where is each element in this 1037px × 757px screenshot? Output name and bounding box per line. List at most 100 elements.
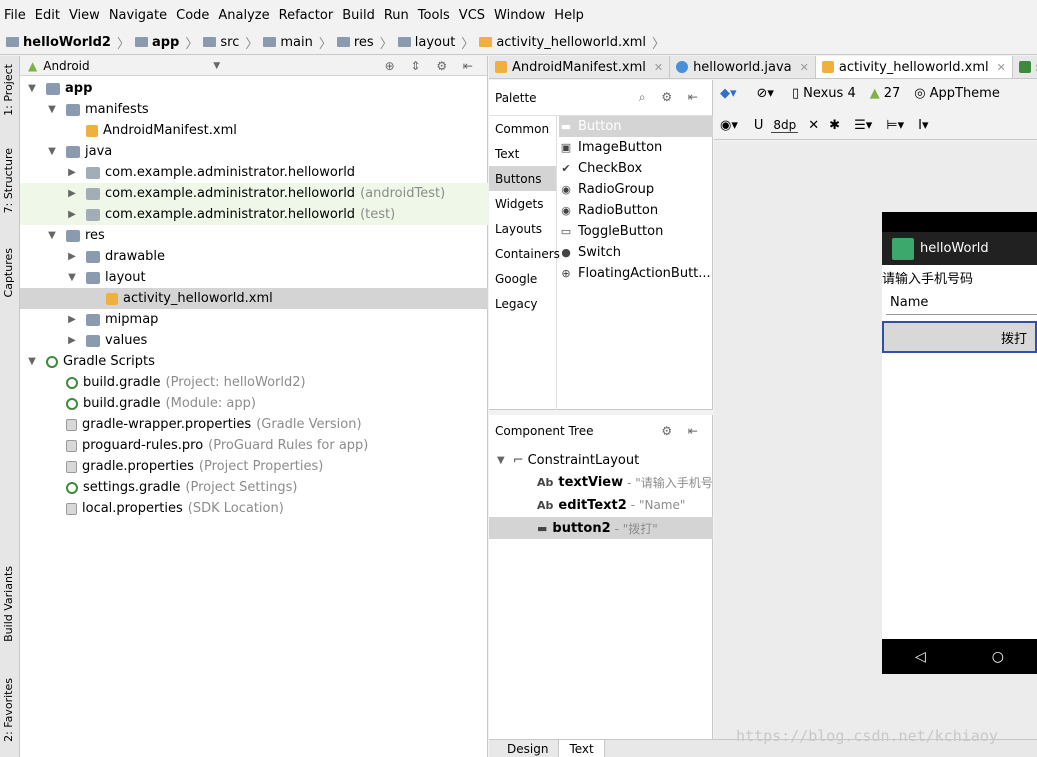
chevron-right-icon[interactable]: ▶ (66, 167, 78, 178)
chevron-down-icon[interactable]: ▼ (26, 356, 38, 367)
pack-icon[interactable]: ☰▾ (854, 118, 872, 133)
tree-item[interactable]: settings.gradle (Project Settings) (20, 477, 488, 498)
chevron-down-icon[interactable]: ▼ (46, 230, 58, 241)
menu-item[interactable]: Refactor (279, 8, 334, 23)
breadcrumb-item[interactable]: src (203, 35, 239, 50)
side-tab-structure[interactable]: 7: Structure (2, 148, 15, 213)
magnet-icon[interactable]: U (754, 118, 764, 133)
infer-constraints-icon[interactable]: ✱ (829, 118, 840, 133)
palette-category[interactable]: Buttons (489, 166, 556, 191)
tree-child[interactable]: Ab textView- "请输入手机号码 (489, 471, 713, 493)
panel-actions[interactable]: ⊕ ⇕ ⚙ ⇤ (385, 59, 479, 73)
device-select[interactable]: Nexus 4 (803, 86, 856, 101)
breadcrumb-item[interactable]: layout (397, 35, 455, 50)
tree-item[interactable]: ▼ app (20, 78, 488, 99)
preview-button[interactable]: 拨打 (882, 321, 1037, 353)
tree-item[interactable]: gradle.properties (Project Properties) (20, 456, 488, 477)
tree-item[interactable]: ▼ manifests (20, 99, 488, 120)
component-tree-actions[interactable]: ⚙ ⇤ (661, 424, 704, 438)
tree-item[interactable]: ▼ res (20, 225, 488, 246)
tree-item[interactable]: ▶ com.example.administrator.helloworld (te… (20, 204, 488, 225)
api-select[interactable]: 27 (884, 86, 901, 101)
close-icon[interactable]: ✕ (654, 61, 663, 74)
breadcrumb-item[interactable]: activity_helloworld.xml (479, 35, 646, 50)
guidelines-icon[interactable]: I▾ (918, 118, 928, 133)
breadcrumb-item[interactable]: main (263, 35, 313, 50)
tree-item[interactable]: build.gradle (Module: app) (20, 393, 488, 414)
palette-category[interactable]: Containers (489, 241, 560, 266)
palette-item[interactable]: ✔ CheckBox (559, 158, 713, 179)
close-icon[interactable]: ✕ (997, 61, 1006, 74)
editor-tab[interactable]: setting (1013, 56, 1037, 78)
chevron-down-icon[interactable]: ▼ (66, 272, 78, 283)
chevron-down-icon[interactable]: ▼ (46, 104, 58, 115)
chevron-down-icon[interactable]: ▼ (26, 83, 38, 94)
tree-root[interactable]: ▼ ⌐ ConstraintLayout (489, 449, 713, 471)
editor-tab[interactable]: helloworld.java ✕ (670, 56, 816, 78)
palette-item[interactable]: ● Switch (559, 242, 713, 263)
tree-child[interactable]: ▬ button2- "拨打" (489, 517, 713, 539)
breadcrumb-item[interactable]: helloWorld2 (6, 35, 111, 50)
palette-category[interactable]: Layouts (489, 216, 556, 241)
chevron-right-icon[interactable]: ▶ (66, 188, 78, 199)
preview-edit-text[interactable]: Name (886, 291, 1037, 315)
tree-item[interactable]: local.properties (SDK Location) (20, 498, 488, 519)
side-tab-favorites[interactable]: 2: Favorites (2, 678, 15, 742)
palette-category[interactable]: Legacy (489, 291, 556, 316)
palette-item[interactable]: ◉ RadioGroup (559, 179, 713, 200)
project-view-select[interactable]: Android (43, 59, 213, 73)
close-icon[interactable]: ✕ (800, 61, 809, 74)
menu-item[interactable]: Analyze (218, 8, 269, 23)
chevron-down-icon[interactable]: ▼ (213, 61, 220, 71)
tab-text[interactable]: Text (559, 740, 605, 757)
margin-field[interactable]: 8dp (771, 118, 799, 133)
tree-item[interactable]: activity_helloworld.xml (20, 288, 488, 309)
palette-item[interactable]: ▬ Button (559, 116, 713, 137)
orientation-icon[interactable]: ⊘▾ (757, 86, 774, 101)
palette-item[interactable]: ⊕ FloatingActionButt... (559, 263, 713, 284)
preview-text-view[interactable]: 请输入手机号码 (882, 265, 1037, 289)
menu-item[interactable]: VCS (459, 8, 485, 23)
align-icon[interactable]: ⊨▾ (886, 118, 904, 133)
tab-design[interactable]: Design (497, 740, 560, 757)
tree-item[interactable]: ▶ drawable (20, 246, 488, 267)
chevron-down-icon[interactable]: ▼ (46, 146, 58, 157)
tree-child[interactable]: Ab editText2- "Name" (489, 494, 713, 516)
theme-select[interactable]: AppTheme (930, 86, 1000, 101)
tree-item[interactable]: gradle-wrapper.properties (Gradle Version… (20, 414, 488, 435)
menu-item[interactable]: View (69, 8, 100, 23)
eye-icon[interactable]: ◉▾ (720, 118, 738, 133)
menu-item[interactable]: Run (384, 8, 409, 23)
palette-category[interactable]: Google (489, 266, 556, 291)
chevron-right-icon[interactable]: ▶ (66, 251, 78, 262)
breadcrumb-item[interactable]: app (134, 35, 179, 50)
menu-item[interactable]: Window (494, 8, 545, 23)
chevron-right-icon[interactable]: ▶ (66, 209, 78, 220)
palette-actions[interactable]: ⌕ ⚙ ⇤ (639, 90, 704, 105)
tree-item[interactable]: ▼ layout (20, 267, 488, 288)
tree-item[interactable]: ▶ com.example.administrator.helloworld (an… (20, 183, 488, 204)
clear-constraints-icon[interactable]: ✕ (808, 118, 819, 133)
palette-category[interactable]: Text (489, 141, 556, 166)
tree-item[interactable]: ▼ java (20, 141, 488, 162)
back-icon[interactable]: ◁ (915, 649, 926, 665)
chevron-right-icon[interactable]: ▶ (66, 335, 78, 346)
tree-item[interactable]: build.gradle (Project: helloWorld2) (20, 372, 488, 393)
menu-item[interactable]: Code (176, 8, 209, 23)
editor-tab[interactable]: activity_helloworld.xml ✕ (815, 56, 1013, 78)
menu-item[interactable]: Tools (418, 8, 450, 23)
side-tab-project[interactable]: 1: Project (2, 64, 15, 116)
tree-item[interactable]: proguard-rules.pro (ProGuard Rules for ap… (20, 435, 488, 456)
breadcrumb-item[interactable]: res (336, 35, 374, 50)
side-tab-build-variants[interactable]: Build Variants (2, 566, 15, 642)
palette-item[interactable]: ▭ ToggleButton (559, 221, 713, 242)
menu-item[interactable]: File (4, 8, 26, 23)
palette-item[interactable]: ▣ ImageButton (559, 137, 713, 158)
tree-item[interactable]: ▶ values (20, 330, 488, 351)
palette-category[interactable]: Widgets (489, 191, 556, 216)
home-icon[interactable]: ○ (992, 649, 1004, 665)
side-tab-captures[interactable]: Captures (2, 248, 15, 297)
palette-item[interactable]: ◉ RadioButton (559, 200, 713, 221)
chevron-right-icon[interactable]: ▶ (66, 314, 78, 325)
tree-item[interactable]: ▼ Gradle Scripts (20, 351, 488, 372)
